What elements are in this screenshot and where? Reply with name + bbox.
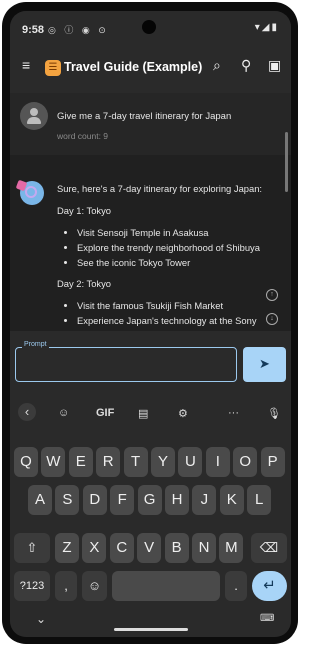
mic-icon[interactable]: 🎙 xyxy=(267,407,281,420)
scroll-down-icon[interactable]: ↓ xyxy=(266,313,278,325)
scroll-up-icon[interactable]: ↑ xyxy=(266,289,278,301)
key-f[interactable]: F xyxy=(110,485,135,515)
assistant-avatar xyxy=(20,181,44,205)
key-j[interactable]: J xyxy=(192,485,217,515)
search-icon[interactable]: ⌕ xyxy=(213,57,221,74)
nav-back-icon[interactable]: ⌄ xyxy=(36,612,46,626)
clipboard-icon[interactable]: ▤ xyxy=(138,407,148,420)
key-o[interactable]: O xyxy=(233,447,258,477)
day-heading: Day 2: Tokyo xyxy=(57,278,112,289)
key-symbols[interactable]: ?123 xyxy=(14,571,50,601)
key-n[interactable]: N xyxy=(192,533,216,563)
prompt-label: Prompt xyxy=(22,341,49,348)
key-v[interactable]: V xyxy=(137,533,162,563)
app-bar: ≡ ☰ Travel Guide (Example) ⌕ ⚲ ▣ xyxy=(10,43,291,93)
key-enter[interactable]: ↵ xyxy=(252,571,287,601)
more-icon[interactable]: ··· xyxy=(228,407,239,419)
key-comma[interactable]: , xyxy=(55,571,77,601)
key-p[interactable]: P xyxy=(260,447,285,477)
itinerary-item: Explore the trendy neighborhood of Shibu… xyxy=(77,240,283,255)
navigation-bar: ⌄ ⌨ xyxy=(10,607,291,637)
send-button[interactable]: ➤ xyxy=(243,347,286,382)
clean-icon[interactable]: ⚲ xyxy=(241,57,251,74)
chat-history[interactable]: Give me a 7-day travel itinerary for Jap… xyxy=(10,93,291,341)
screen: 9:58 ◎ ⓘ ◉ ⊙ ▾◢▮ ≡ ☰ Travel Guide (Examp… xyxy=(10,11,291,637)
key-u[interactable]: U xyxy=(178,447,203,477)
keyboard-switch-icon[interactable]: ⌨ xyxy=(260,613,274,624)
prompt-input[interactable] xyxy=(15,347,237,382)
key-k[interactable]: K xyxy=(219,485,244,515)
notification-icons: ◎ ⓘ ◉ ⊙ xyxy=(48,25,109,35)
app-title: Travel Guide (Example) xyxy=(64,60,203,74)
app-logo-icon: ☰ xyxy=(45,60,61,76)
key-shift[interactable]: ⇧ xyxy=(14,533,50,563)
key-t[interactable]: T xyxy=(123,447,148,477)
assistant-intro: Sure, here's a 7-day itinerary for explo… xyxy=(57,183,263,194)
key-d[interactable]: D xyxy=(82,485,107,515)
itinerary-item: Visit Sensoji Temple in Asakusa xyxy=(77,225,283,240)
key-backspace[interactable]: ⌫ xyxy=(251,533,287,563)
gif-button[interactable]: GIF xyxy=(96,407,114,419)
key-m[interactable]: M xyxy=(219,533,244,563)
day-heading: Day 1: Tokyo xyxy=(57,205,112,216)
word-count: word count: 9 xyxy=(57,131,109,141)
key-space[interactable] xyxy=(112,571,220,601)
key-z[interactable]: Z xyxy=(55,533,79,563)
key-l[interactable]: L xyxy=(247,485,272,515)
assistant-message: Sure, here's a 7-day itinerary for explo… xyxy=(57,181,283,349)
itinerary-item: Visit the famous Tsukiji Fish Market xyxy=(77,298,283,313)
phone-frame: 9:58 ◎ ⓘ ◉ ⊙ ▾◢▮ ≡ ☰ Travel Guide (Examp… xyxy=(2,2,298,644)
user-message: Give me a 7-day travel itinerary for Jap… xyxy=(10,93,291,155)
key-c[interactable]: C xyxy=(109,533,134,563)
key-b[interactable]: B xyxy=(164,533,189,563)
send-icon: ➤ xyxy=(259,356,270,371)
key-w[interactable]: W xyxy=(41,447,66,477)
soft-keyboard: ‹ ☺ GIF ▤ ⚙ ··· 🎙 QWERTYUIOP ASDFGHJKL Z… xyxy=(10,399,291,637)
key-q[interactable]: Q xyxy=(14,447,38,477)
key-s[interactable]: S xyxy=(55,485,80,515)
user-avatar xyxy=(20,102,48,130)
key-r[interactable]: R xyxy=(96,447,121,477)
save-icon[interactable]: ▣ xyxy=(268,57,281,74)
keyboard-collapse-icon[interactable]: ‹ xyxy=(18,403,36,421)
sticker-icon[interactable]: ☺ xyxy=(58,407,69,419)
key-y[interactable]: Y xyxy=(151,447,175,477)
user-message-text: Give me a 7-day travel itinerary for Jap… xyxy=(57,111,232,122)
front-camera xyxy=(142,20,156,34)
key-a[interactable]: A xyxy=(28,485,52,515)
settings-icon[interactable]: ⚙ xyxy=(178,407,188,420)
status-bar: 9:58 ◎ ⓘ ◉ ⊙ ▾◢▮ xyxy=(10,11,291,43)
chat-scrollbar[interactable] xyxy=(285,132,288,192)
key-h[interactable]: H xyxy=(165,485,189,515)
home-pill[interactable] xyxy=(114,628,188,631)
key-e[interactable]: E xyxy=(68,447,93,477)
composer: Prompt ➤ xyxy=(10,331,291,399)
key-i[interactable]: I xyxy=(205,447,230,477)
key-period[interactable]: . xyxy=(225,571,247,601)
key-emoji[interactable]: ☺ xyxy=(82,571,107,601)
itinerary-item: See the iconic Tokyo Tower xyxy=(77,255,283,270)
status-time: 9:58 xyxy=(22,24,45,36)
key-g[interactable]: G xyxy=(137,485,162,515)
signal-battery-icons: ▾◢▮ xyxy=(254,22,279,33)
key-x[interactable]: X xyxy=(82,533,107,563)
menu-icon[interactable]: ≡ xyxy=(22,57,30,73)
